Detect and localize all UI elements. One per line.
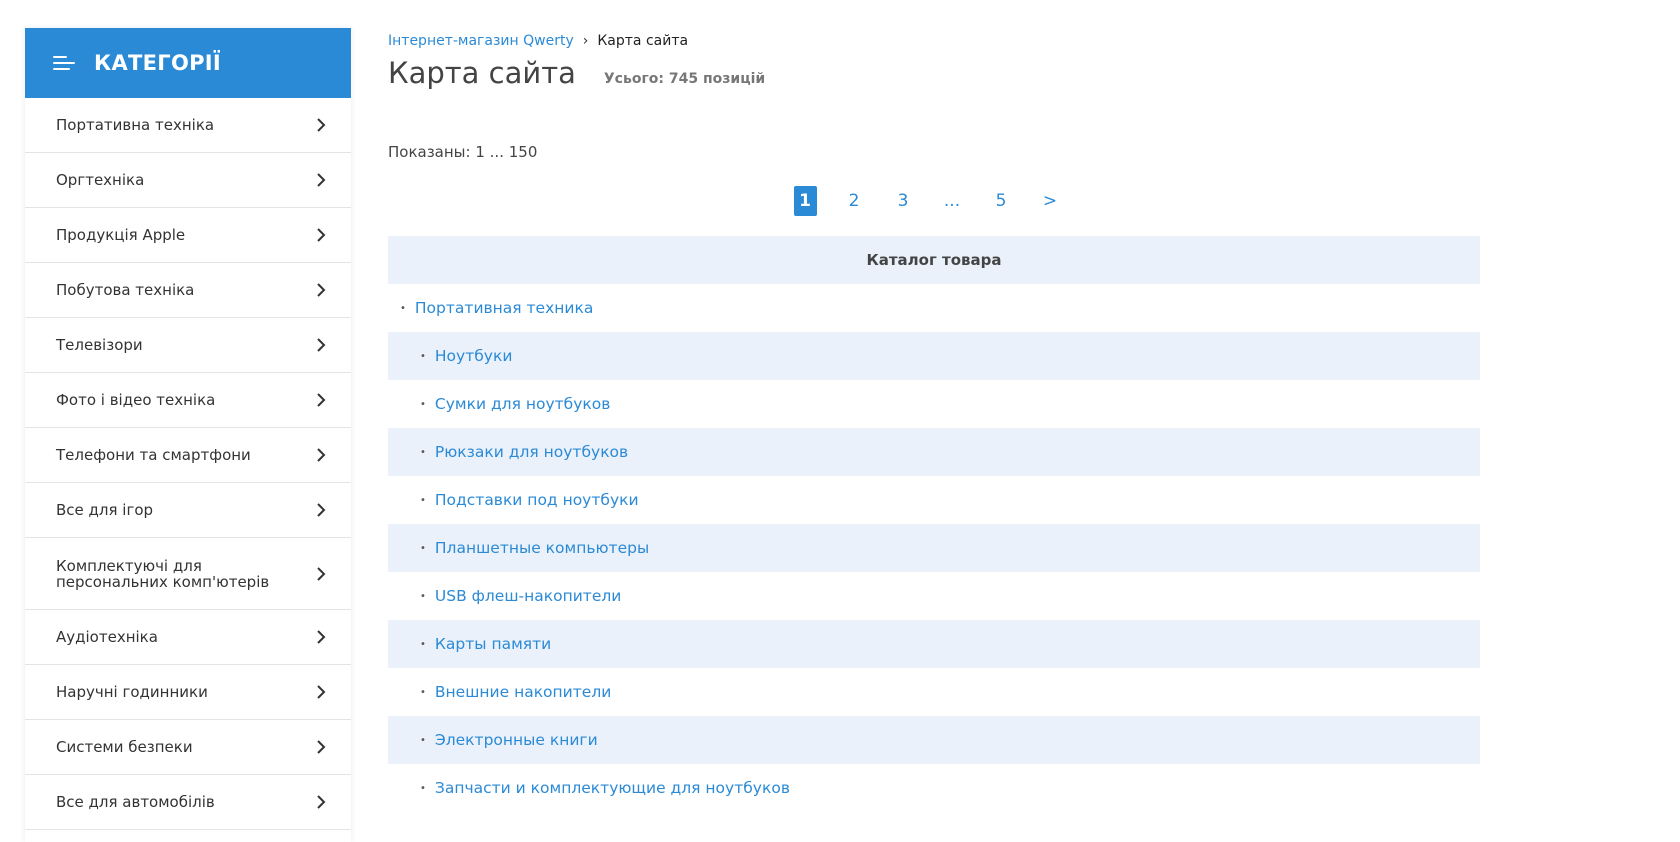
sidebar-item[interactable]: Побутова техніка: [25, 263, 351, 318]
sidebar-item-label: Оргтехніка: [56, 171, 145, 189]
sidebar-item-label: Аудіотехніка: [56, 628, 158, 646]
catalog-link[interactable]: Электронные книги: [435, 731, 598, 749]
catalog-row: • Внешние накопители: [388, 668, 1480, 716]
sidebar-item[interactable]: Все для ігор: [25, 483, 351, 538]
catalog-link[interactable]: Портативная техника: [415, 299, 593, 317]
chevron-right-icon: [317, 503, 326, 517]
sidebar-item-label: Наручні годинники: [56, 683, 208, 701]
page-button[interactable]: 1: [793, 186, 817, 216]
chevron-right-icon: [317, 173, 326, 187]
chevron-right-icon: [317, 566, 326, 581]
breadcrumb-current: Карта сайта: [597, 33, 689, 49]
sidebar-item[interactable]: Комплектуючі для персональних комп'ютері…: [25, 538, 351, 610]
catalog-row: • Ноутбуки: [388, 332, 1480, 380]
catalog-row: • Рюкзаки для ноутбуков: [388, 428, 1480, 476]
chevron-right-icon: [317, 228, 326, 242]
catalog-link[interactable]: Внешние накопители: [435, 683, 611, 701]
catalog-link[interactable]: Подставки под ноутбуки: [435, 491, 639, 509]
shown-range: Показаны: 1 ... 150: [388, 143, 538, 161]
menu-icon: [53, 55, 75, 71]
chevron-right-icon: [317, 118, 326, 132]
catalog-row: • Сумки для ноутбуков: [388, 380, 1480, 428]
bullet-icon: •: [420, 590, 426, 602]
sidebar-title: КАТЕГОРІЇ: [94, 51, 222, 75]
sidebar-header[interactable]: КАТЕГОРІЇ: [25, 28, 351, 98]
bullet-icon: •: [420, 446, 426, 458]
catalog-link[interactable]: USB флеш-накопители: [435, 587, 621, 605]
chevron-right-icon: [317, 740, 326, 754]
page-button[interactable]: 2: [843, 186, 866, 216]
sidebar-item-label: Портативна техніка: [56, 116, 215, 134]
page-title: Карта сайта: [388, 56, 576, 90]
sidebar-item-label: Телефони та смартфони: [56, 446, 251, 464]
bullet-icon: •: [420, 686, 426, 698]
catalog-header: Каталог товара: [388, 236, 1480, 284]
page-ellipsis: ...: [943, 191, 961, 211]
chevron-right-icon: [317, 795, 326, 809]
sidebar-item[interactable]: Телефони та смартфони: [25, 428, 351, 483]
chevron-right-icon: [317, 283, 326, 297]
chevron-right-icon: [317, 448, 326, 462]
page-button[interactable]: 3: [892, 186, 915, 216]
bullet-icon: •: [420, 638, 426, 650]
chevron-right-icon: [317, 630, 326, 644]
sidebar-item-label: Телевізори: [56, 336, 143, 354]
catalog-link[interactable]: Ноутбуки: [435, 347, 513, 365]
bullet-icon: •: [420, 542, 426, 554]
bullet-icon: •: [400, 302, 406, 314]
catalog-link[interactable]: Запчасти и комплектующие для ноутбуков: [435, 779, 790, 797]
categories-sidebar: КАТЕГОРІЇ Портативна техніка Оргтехніка Пр…: [25, 28, 351, 842]
sidebar-item[interactable]: Аудіотехніка: [25, 610, 351, 665]
sidebar-item[interactable]: Портативна техніка: [25, 98, 351, 153]
bullet-icon: •: [420, 782, 426, 794]
sidebar-item[interactable]: Телевізори: [25, 318, 351, 373]
sidebar-item[interactable]: Фото і відео техніка: [25, 373, 351, 428]
sidebar-item[interactable]: Системи безпеки: [25, 720, 351, 775]
sidebar-item-label: Системи безпеки: [56, 738, 193, 756]
catalog-row: • Карты памяти: [388, 620, 1480, 668]
catalog-link[interactable]: Сумки для ноутбуков: [435, 395, 610, 413]
bullet-icon: •: [420, 734, 426, 746]
bullet-icon: •: [420, 350, 426, 362]
catalog-link[interactable]: Рюкзаки для ноутбуков: [435, 443, 628, 461]
sidebar-item[interactable]: Наручні годинники: [25, 665, 351, 720]
chevron-right-icon: [317, 393, 326, 407]
page-next-button[interactable]: >: [1039, 186, 1062, 216]
sidebar-item-label: Продукція Apple: [56, 226, 186, 244]
catalog-row: • Запчасти и комплектующие для ноутбуков: [388, 764, 1480, 812]
chevron-right-icon: [317, 338, 326, 352]
chevron-right-icon: ›: [582, 33, 589, 49]
catalog-rows: • Портативная техника • Ноутбуки • Сумки для …: [388, 284, 1480, 812]
total-count: Усього: 745 позицій: [603, 71, 766, 87]
sidebar-item[interactable]: Оргтехніка: [25, 153, 351, 208]
bullet-icon: •: [420, 494, 426, 506]
catalog-row: • Подставки под ноутбуки: [388, 476, 1480, 524]
sidebar-list: Портативна техніка Оргтехніка Продукція Ap…: [25, 98, 351, 830]
sidebar-item-label: Все для ігор: [56, 501, 154, 519]
sidebar-item[interactable]: Продукція Apple: [25, 208, 351, 263]
sidebar-item[interactable]: Все для автомобілів: [25, 775, 351, 830]
pagination: 1 2 3... 5 >: [388, 186, 1480, 216]
main-content: Інтернет-магазин Qwerty › Карта сайта Ка…: [388, 30, 1480, 812]
sidebar-item-label: Фото і відео техніка: [56, 391, 216, 409]
sidebar-item-label: Комплектуючі для персональних комп'ютері…: [56, 556, 270, 591]
chevron-right-icon: [317, 685, 326, 699]
catalog-link[interactable]: Планшетные компьютеры: [435, 539, 649, 557]
catalog-row: • Планшетные компьютеры: [388, 524, 1480, 572]
catalog-row: • Портативная техника: [388, 284, 1480, 332]
catalog-row: • Электронные книги: [388, 716, 1480, 764]
catalog-table: Каталог товара • Портативная техника • Ноут…: [388, 236, 1480, 812]
catalog-link[interactable]: Карты памяти: [435, 635, 551, 653]
bullet-icon: •: [420, 398, 426, 410]
title-row: Карта сайта Усього: 745 позицій: [388, 56, 1480, 90]
sidebar-item-label: Все для автомобілів: [56, 793, 215, 811]
catalog-row: • USB флеш-накопители: [388, 572, 1480, 620]
breadcrumb-home-link[interactable]: Інтернет-магазин Qwerty: [388, 33, 574, 49]
breadcrumb: Інтернет-магазин Qwerty › Карта сайта: [388, 30, 1480, 52]
page-button[interactable]: 5: [990, 186, 1013, 216]
sidebar-item-label: Побутова техніка: [56, 281, 195, 299]
